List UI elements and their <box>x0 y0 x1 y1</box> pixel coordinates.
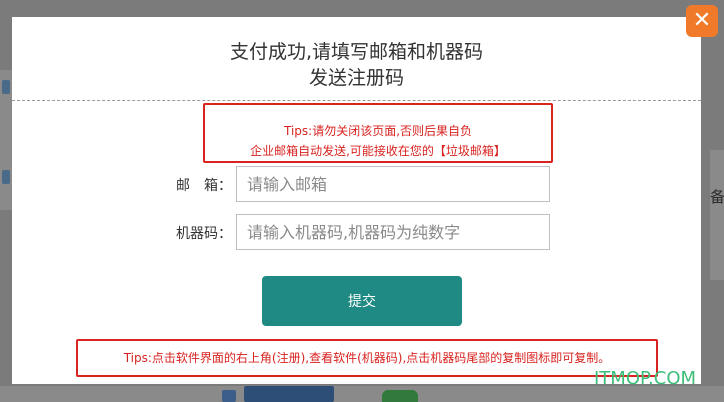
watermark-text: ITMOP.COM <box>594 368 697 389</box>
tips-line1: Tips:请勿关闭该页面,否则后果自负 <box>283 124 473 138</box>
background-right-text: 备注 <box>710 188 724 206</box>
email-input[interactable] <box>236 166 550 202</box>
dialog-title: 支付成功,请填写邮箱和机器码 发送注册码 <box>12 39 701 91</box>
background-logo <box>244 386 334 402</box>
dialog-title-line2: 发送注册码 <box>308 67 404 89</box>
machine-code-label: 机器码： <box>176 226 232 242</box>
email-label: 邮 箱： <box>176 178 232 194</box>
submit-button[interactable]: 提交 <box>262 276 462 326</box>
bottom-tips: Tips:点击软件界面的右上角(注册),查看软件(机器码),点击机器码尾部的复制… <box>76 339 658 377</box>
close-icon: ✕ <box>692 8 712 33</box>
dialog-title-line1: 支付成功,请填写邮箱和机器码 <box>229 41 484 63</box>
close-button[interactable]: ✕ <box>686 5 718 37</box>
tips-line2: 企业邮箱自动发送,可能接收在您的【垃圾邮箱】 <box>250 144 506 158</box>
dialog-divider <box>12 100 701 101</box>
background-icon <box>2 80 10 94</box>
background-icon <box>2 170 10 184</box>
tips-box: Tips:请勿关闭该页面,否则后果自负 企业邮箱自动发送,可能接收在您的【垃圾邮… <box>203 103 553 163</box>
background-page-right <box>710 150 724 280</box>
background-badge-icon <box>382 390 418 402</box>
registration-dialog: 支付成功,请填写邮箱和机器码 发送注册码 Tips:请勿关闭该页面,否则后果自负… <box>12 17 701 384</box>
background-logo-icon <box>222 390 236 402</box>
machine-code-input[interactable] <box>236 214 550 250</box>
